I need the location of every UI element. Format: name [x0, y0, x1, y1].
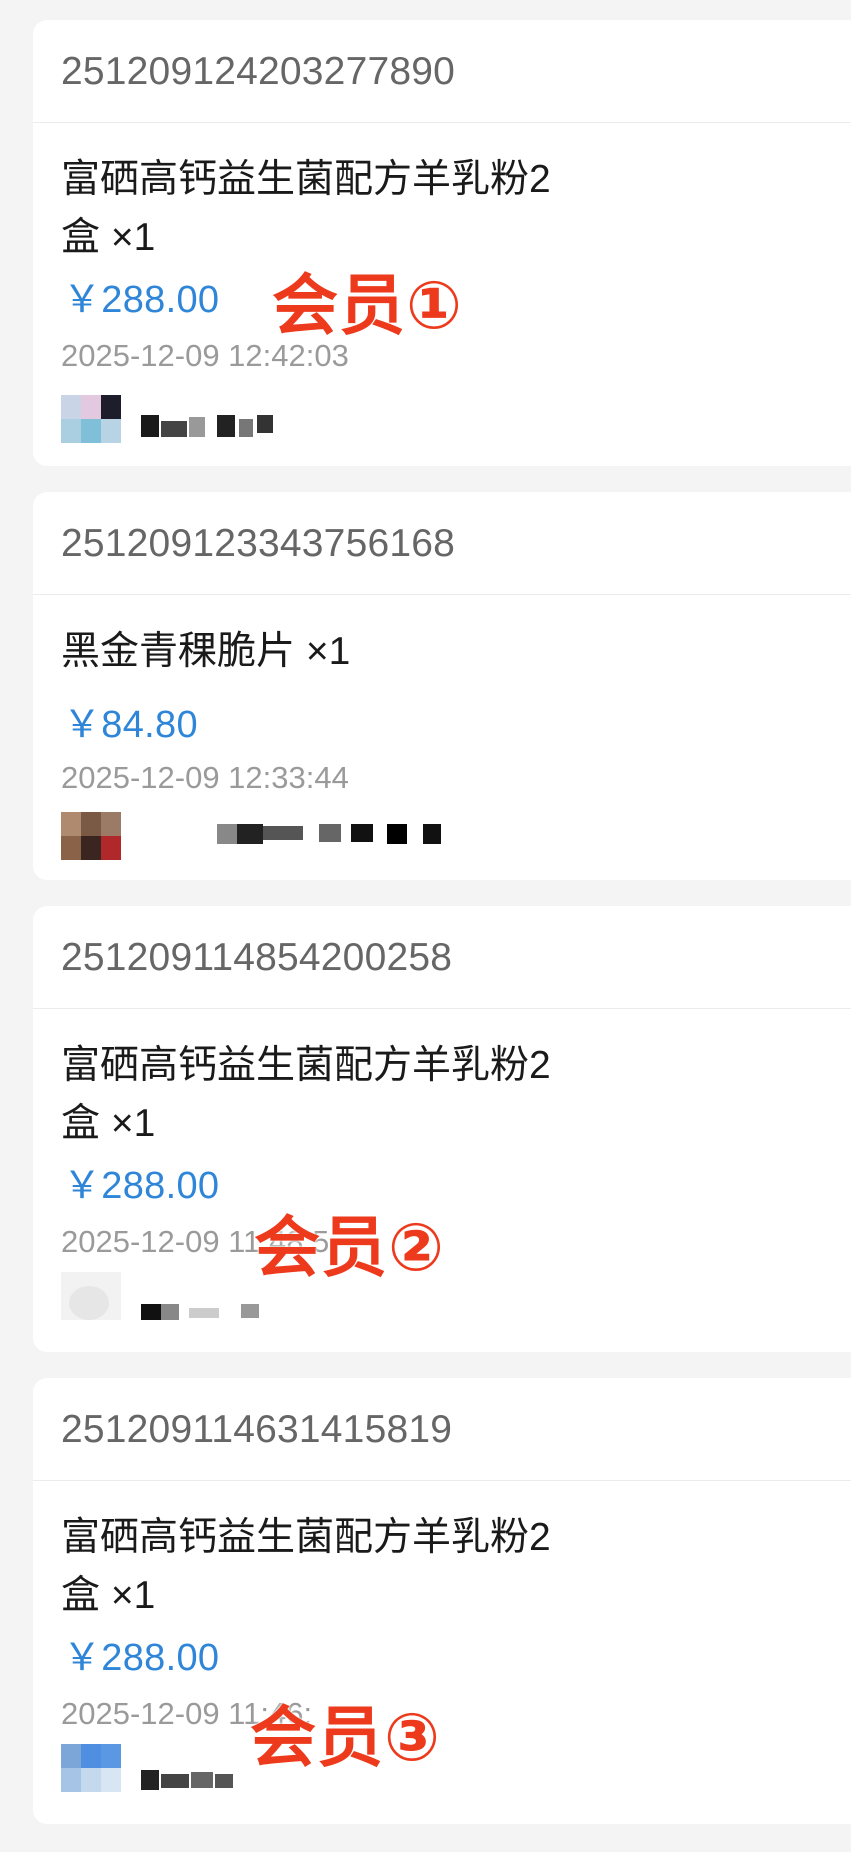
product-name: 富硒高钙益生菌配方羊乳粉2盒 ×1: [61, 1516, 551, 1617]
member-tag: 会员③: [250, 1699, 441, 1776]
order-number: 251209114631415819: [33, 1378, 851, 1481]
product-name: 富硒高钙益生菌配方羊乳粉2盒 ×1: [61, 158, 551, 259]
order-price: ￥288.00: [63, 279, 220, 321]
order-card[interactable]: 251209124203277890 富硒高钙益生菌配方羊乳粉2盒 ×1 ￥28…: [33, 20, 851, 466]
order-number: 251209124203277890: [33, 20, 851, 123]
order-datetime: 2025-12-09 12:33:44: [61, 760, 349, 795]
product-name: 黑金青稞脆片 ×1: [61, 630, 351, 673]
buyer-avatar: [61, 812, 121, 860]
order-card[interactable]: 251209114631415819 富硒高钙益生菌配方羊乳粉2盒 ×1 ￥28…: [33, 1378, 851, 1824]
order-number: 251209123343756168: [33, 492, 851, 595]
buyer-avatar: [61, 1272, 121, 1320]
order-price: ￥84.80: [63, 704, 198, 746]
buyer-avatar: [61, 1744, 121, 1792]
order-price: ￥288.00: [63, 1637, 220, 1679]
order-number: 251209114854200258: [33, 906, 851, 1009]
buyer-info[interactable]: [61, 812, 621, 860]
order-price: ￥288.00: [63, 1165, 220, 1207]
member-tag: 会员②: [254, 1209, 445, 1286]
product-name: 富硒高钙益生菌配方羊乳粉2盒 ×1: [61, 1044, 551, 1145]
buyer-avatar: [61, 395, 121, 443]
member-tag: 会员①: [272, 267, 463, 344]
order-card[interactable]: 251209123343756168 黑金青稞脆片 ×1 ￥84.80 2025…: [33, 492, 851, 880]
buyer-info[interactable]: [61, 395, 621, 443]
